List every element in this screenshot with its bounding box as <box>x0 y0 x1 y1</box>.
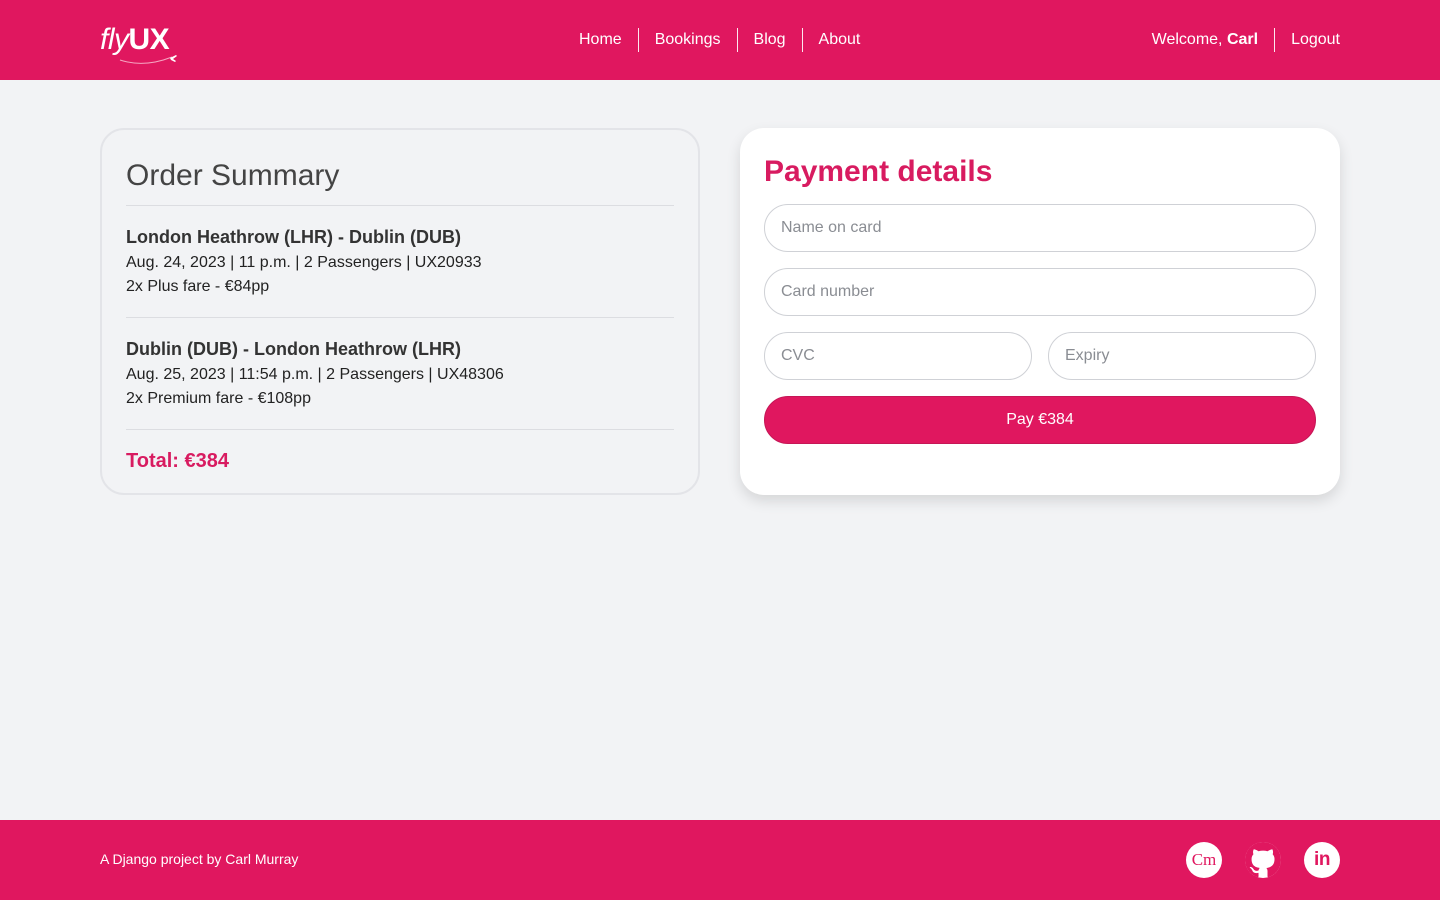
card-number-input[interactable] <box>764 268 1316 316</box>
linkedin-link[interactable]: in <box>1304 842 1340 878</box>
name-on-card-input[interactable] <box>764 204 1316 252</box>
expiry-input[interactable] <box>1048 332 1316 380</box>
logo-ux-text: UX <box>128 23 170 56</box>
flight-item-outbound: London Heathrow (LHR) - Dublin (DUB) Aug… <box>126 206 674 318</box>
nav-about-link[interactable]: About <box>801 28 877 52</box>
cvc-input[interactable] <box>764 332 1032 380</box>
flight-details: Aug. 24, 2023 | 11 p.m. | 2 Passengers |… <box>126 254 482 271</box>
cm-portfolio-link[interactable]: Cm <box>1186 842 1222 878</box>
welcome-message: Welcome, Carl <box>1152 28 1274 52</box>
nav-blog-link[interactable]: Blog <box>736 28 802 52</box>
flight-route: London Heathrow (LHR) - Dublin (DUB) <box>126 227 461 247</box>
flight-fare: 2x Premium fare - €108pp <box>126 390 311 407</box>
username: Carl <box>1226 31 1259 48</box>
footer-author-link[interactable]: Carl Murray <box>225 851 298 867</box>
flight-route: Dublin (DUB) - London Heathrow (LHR) <box>126 339 461 359</box>
site-footer: A Django project by Carl Murray Cm in <box>0 820 1440 900</box>
nav-bookings-link[interactable]: Bookings <box>637 28 737 52</box>
flight-item-return: Dublin (DUB) - London Heathrow (LHR) Aug… <box>126 318 674 430</box>
user-nav: Welcome, Carl Logout <box>1152 28 1340 52</box>
payment-details-title: Payment details <box>764 155 993 188</box>
order-summary-title: Order Summary <box>126 158 674 206</box>
linkedin-icon: in <box>1314 849 1330 870</box>
nav-home-link[interactable]: Home <box>563 28 638 52</box>
github-link[interactable] <box>1245 842 1281 878</box>
payment-details-card: Payment details Pay €384 <box>740 128 1340 495</box>
cm-portfolio-icon: Cm <box>1191 850 1217 869</box>
flight-details: Aug. 25, 2023 | 11:54 p.m. | 2 Passenger… <box>126 366 504 383</box>
logo-fly-text: fly <box>100 23 129 56</box>
logout-link[interactable]: Logout <box>1274 28 1340 52</box>
github-icon <box>1245 842 1281 878</box>
order-total: Total: €384 <box>126 450 229 472</box>
footer-credit: A Django project by Carl Murray <box>100 851 298 867</box>
footer-credit-prefix: A Django project by <box>100 851 226 867</box>
pay-button[interactable]: Pay €384 <box>764 396 1316 444</box>
cvc-expiry-row <box>764 332 1316 380</box>
flight-fare: 2x Plus fare - €84pp <box>126 278 270 295</box>
welcome-prefix: Welcome, <box>1151 31 1227 48</box>
main-nav: Home Bookings Blog About <box>563 28 876 52</box>
flyux-logo[interactable]: flyUX <box>100 20 190 70</box>
social-links: Cm in <box>1186 842 1340 878</box>
site-header: flyUX Home Bookings Blog About Welcome, … <box>0 0 1440 80</box>
airplane-swoosh-icon <box>119 55 177 64</box>
order-summary-card: Order Summary London Heathrow (LHR) - Du… <box>100 128 700 495</box>
